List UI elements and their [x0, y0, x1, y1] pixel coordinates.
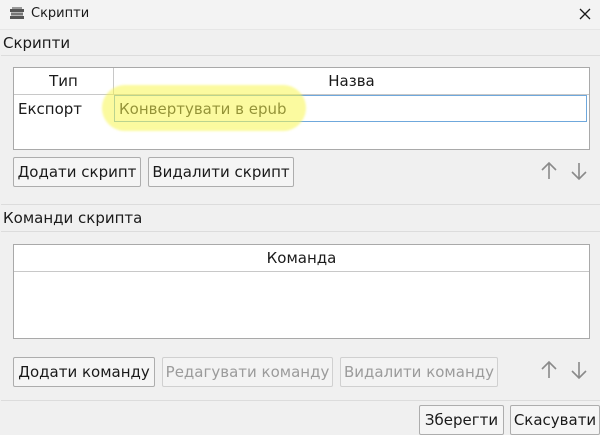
- highlight-marker: [102, 85, 306, 131]
- arrow-up-icon[interactable]: [538, 160, 560, 182]
- column-header-type[interactable]: Тип: [14, 68, 114, 94]
- books-icon: [9, 6, 25, 22]
- scripts-table-header: Тип Назва: [14, 68, 589, 95]
- cancel-button[interactable]: Скасувати: [510, 405, 600, 435]
- commands-table-header: Команда: [14, 245, 589, 272]
- remove-command-button[interactable]: Видалити команду: [340, 357, 498, 387]
- commands-table[interactable]: Команда: [13, 244, 590, 339]
- script-type-cell[interactable]: Експорт: [18, 95, 112, 122]
- column-header-command[interactable]: Команда: [14, 245, 589, 271]
- arrow-down-icon[interactable]: [568, 160, 590, 182]
- remove-script-button[interactable]: Видалити скрипт: [148, 157, 294, 187]
- edit-command-button[interactable]: Редагувати команду: [162, 357, 333, 387]
- title-bar: Скрипти: [0, 0, 600, 30]
- add-command-button[interactable]: Додати команду: [13, 357, 155, 387]
- arrow-down-icon[interactable]: [568, 359, 590, 381]
- close-button[interactable]: [570, 0, 600, 30]
- add-script-button[interactable]: Додати скрипт: [13, 157, 141, 187]
- arrow-up-icon[interactable]: [538, 359, 560, 381]
- scripts-section-label: Скрипти: [3, 34, 71, 52]
- window-title: Скрипти: [31, 6, 90, 21]
- save-button[interactable]: Зберегти: [419, 405, 504, 435]
- close-icon: [579, 6, 591, 24]
- commands-section-label: Команди скрипта: [3, 209, 143, 227]
